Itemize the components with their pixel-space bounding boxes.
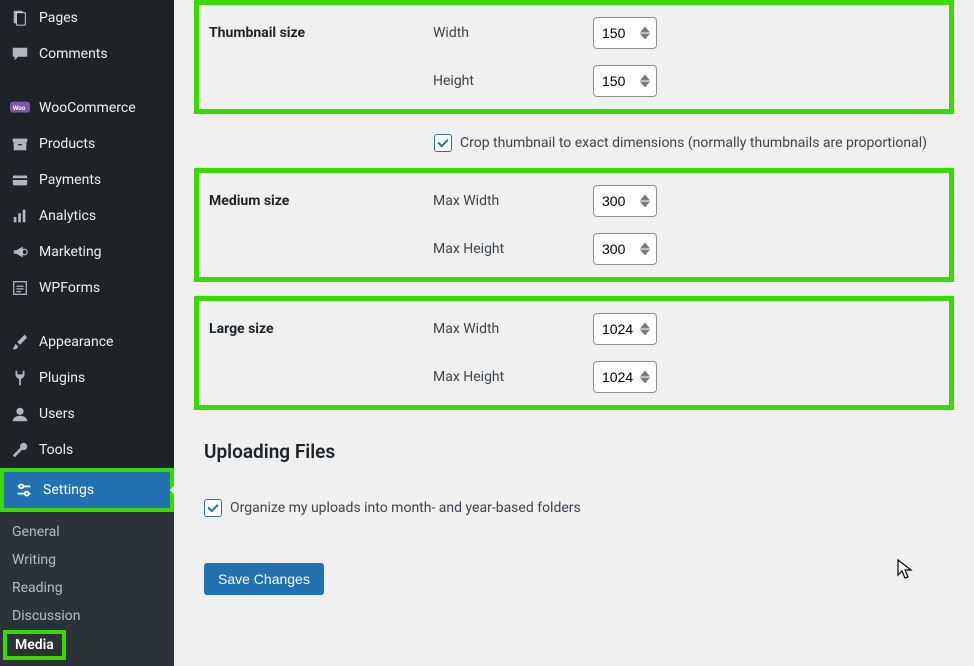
plug-icon bbox=[10, 368, 30, 388]
svg-text:Woo: Woo bbox=[13, 104, 26, 112]
sidebar-item-wpforms[interactable]: WPForms bbox=[0, 270, 174, 306]
organize-label: Organize my uploads into month- and year… bbox=[230, 500, 581, 516]
settings-media-content: Thumbnail size Width Height bbox=[174, 0, 974, 664]
sidebar-item-marketing[interactable]: Marketing bbox=[0, 234, 174, 270]
crop-checkbox-row: Crop thumbnail to exact dimensions (norm… bbox=[194, 128, 954, 168]
sidebar-item-tools[interactable]: Tools bbox=[0, 432, 174, 468]
sliders-icon bbox=[14, 480, 34, 500]
submenu-item-reading[interactable]: Reading bbox=[0, 574, 174, 602]
sidebar-item-woocommerce[interactable]: Woo WooCommerce bbox=[0, 90, 174, 126]
thumbnail-width-input[interactable] bbox=[593, 17, 657, 49]
bars-icon bbox=[10, 206, 30, 226]
wpforms-icon bbox=[10, 278, 30, 298]
medium-height-label: Max Height bbox=[433, 241, 593, 257]
crop-checkbox[interactable] bbox=[434, 134, 452, 152]
sidebar-item-users[interactable]: Users bbox=[0, 396, 174, 432]
crop-label: Crop thumbnail to exact dimensions (norm… bbox=[460, 135, 927, 151]
megaphone-icon bbox=[10, 242, 30, 262]
cursor-icon bbox=[896, 558, 914, 584]
thumbnail-height-label: Height bbox=[433, 73, 593, 89]
sidebar-item-label: Tools bbox=[39, 442, 73, 458]
medium-height-input[interactable] bbox=[593, 233, 657, 265]
submenu-item-discussion[interactable]: Discussion bbox=[0, 602, 174, 630]
save-changes-button[interactable]: Save Changes bbox=[204, 563, 324, 595]
submenu-item-general[interactable]: General bbox=[0, 518, 174, 546]
sidebar-item-analytics[interactable]: Analytics bbox=[0, 198, 174, 234]
admin-sidebar: Pages Comments Woo WooCommerce Products … bbox=[0, 0, 174, 664]
sidebar-item-label: Products bbox=[39, 136, 95, 152]
medium-width-input[interactable] bbox=[593, 185, 657, 217]
sidebar-item-settings[interactable]: Settings bbox=[4, 472, 170, 508]
sidebar-item-payments[interactable]: Payments bbox=[0, 162, 174, 198]
sidebar-item-label: Analytics bbox=[39, 208, 96, 224]
large-heading: Large size bbox=[199, 321, 433, 337]
thumbnail-heading: Thumbnail size bbox=[199, 25, 433, 41]
large-height-label: Max Height bbox=[433, 369, 593, 385]
submenu-item-writing[interactable]: Writing bbox=[0, 546, 174, 574]
sidebar-item-products[interactable]: Products bbox=[0, 126, 174, 162]
medium-heading: Medium size bbox=[199, 193, 433, 209]
sidebar-item-plugins[interactable]: Plugins bbox=[0, 360, 174, 396]
sidebar-item-label: Plugins bbox=[39, 370, 85, 386]
sidebar-item-label: Pages bbox=[39, 10, 78, 26]
sidebar-item-pages[interactable]: Pages bbox=[0, 0, 174, 36]
settings-submenu: General Writing Reading Discussion Media bbox=[0, 512, 174, 666]
large-size-section: Large size Max Width Max Height bbox=[194, 296, 954, 410]
comment-icon bbox=[10, 44, 30, 64]
sidebar-item-comments[interactable]: Comments bbox=[0, 36, 174, 72]
sidebar-item-label: Settings bbox=[43, 482, 94, 498]
wrench-icon bbox=[10, 440, 30, 460]
large-width-label: Max Width bbox=[433, 321, 593, 337]
large-height-input[interactable] bbox=[593, 361, 657, 393]
thumbnail-height-input[interactable] bbox=[593, 65, 657, 97]
organize-checkbox-row: Organize my uploads into month- and year… bbox=[194, 493, 954, 533]
woo-icon: Woo bbox=[10, 98, 30, 118]
sidebar-item-appearance[interactable]: Appearance bbox=[0, 324, 174, 360]
uploading-files-heading: Uploading Files bbox=[204, 440, 954, 463]
brush-icon bbox=[10, 332, 30, 352]
large-width-input[interactable] bbox=[593, 313, 657, 345]
card-icon bbox=[10, 170, 30, 190]
medium-width-label: Max Width bbox=[433, 193, 593, 209]
sidebar-item-label: WPForms bbox=[39, 280, 100, 296]
sidebar-item-label: WooCommerce bbox=[39, 100, 136, 116]
sidebar-item-label: Users bbox=[39, 406, 75, 422]
archive-icon bbox=[10, 134, 30, 154]
sidebar-item-label: Marketing bbox=[39, 244, 102, 260]
medium-size-section: Medium size Max Width Max Height bbox=[194, 168, 954, 282]
sidebar-item-label: Comments bbox=[39, 46, 108, 62]
sidebar-item-label: Appearance bbox=[39, 334, 113, 350]
sidebar-item-label: Payments bbox=[39, 172, 101, 188]
thumbnail-size-section: Thumbnail size Width Height bbox=[194, 0, 954, 114]
user-icon bbox=[10, 404, 30, 424]
thumbnail-width-label: Width bbox=[433, 25, 593, 41]
submenu-item-media[interactable]: Media bbox=[7, 634, 62, 656]
pages-icon bbox=[10, 8, 30, 28]
organize-checkbox[interactable] bbox=[204, 499, 222, 517]
